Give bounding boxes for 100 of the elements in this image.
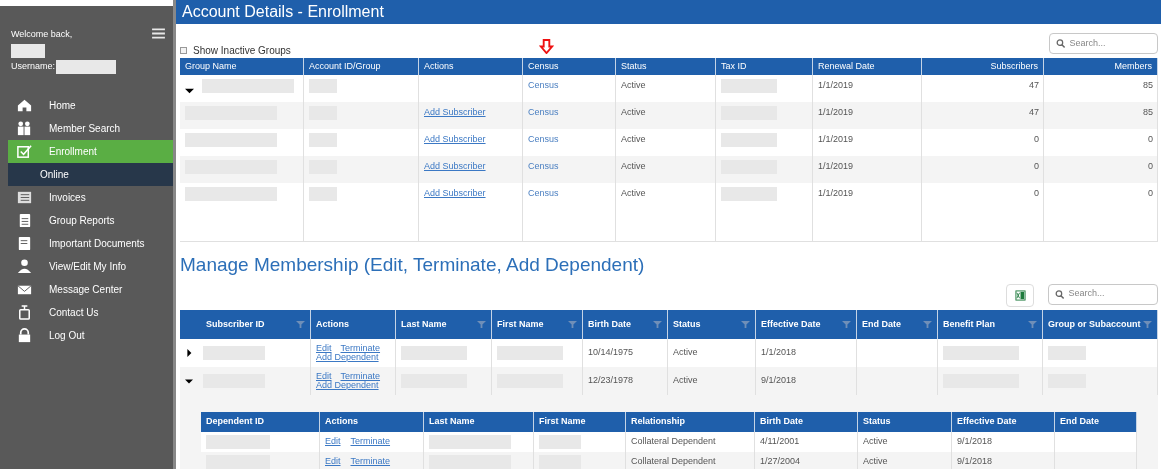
table-cell-text: Active xyxy=(673,373,698,387)
search-icon xyxy=(1055,288,1065,300)
table-cell-text: Active xyxy=(621,133,646,146)
column-header: Last Name xyxy=(396,309,492,339)
census-link[interactable]: Census xyxy=(528,106,559,120)
down-arrow-icon xyxy=(539,39,554,54)
action-link[interactable]: Edit xyxy=(325,454,341,469)
redacted-block xyxy=(56,59,116,74)
action-link[interactable]: Add Subscriber xyxy=(424,106,486,120)
search-field[interactable]: Search... xyxy=(1048,283,1158,305)
action-link[interactable]: Add Subscriber xyxy=(424,187,486,201)
nav-item[interactable]: Important Documents xyxy=(8,231,173,255)
table-cell-text: 47 xyxy=(1029,79,1039,92)
action-link[interactable]: Add Dependent xyxy=(316,352,379,362)
search-icon xyxy=(1056,38,1066,49)
table-cell-text: Active xyxy=(621,106,646,119)
nav-item[interactable]: Invoices xyxy=(8,185,173,209)
search-field[interactable]: Search... xyxy=(1049,33,1158,54)
filter-icon[interactable] xyxy=(653,319,662,329)
action-link[interactable]: Edit xyxy=(316,371,332,381)
table-cell-text: 1/1/2019 xyxy=(818,79,854,92)
column-header: Effective Date xyxy=(952,411,1055,432)
filter-icon[interactable] xyxy=(296,319,305,329)
column-header: Last Name xyxy=(424,411,534,432)
nav-subitem[interactable]: Online xyxy=(8,162,173,186)
username-label: Username: xyxy=(11,59,55,73)
action-link[interactable]: Terminate xyxy=(350,434,391,449)
column-header: First Name xyxy=(492,309,583,339)
document-icon xyxy=(16,234,33,252)
column-header: First Name xyxy=(534,411,626,432)
table-cell-text: 0 xyxy=(1034,187,1039,200)
table-cell-text: 0 xyxy=(1148,187,1153,200)
people-icon xyxy=(16,119,33,137)
column-header: Effective Date xyxy=(756,309,857,339)
padlock-icon xyxy=(16,326,33,344)
table-cell-text: 85 xyxy=(1143,79,1153,92)
nav-item[interactable]: Member Search xyxy=(8,116,173,140)
collapse-caret-icon[interactable] xyxy=(185,376,193,385)
collapse-caret-icon[interactable] xyxy=(185,86,194,95)
menu-icon[interactable] xyxy=(152,28,165,39)
table-cell-text: 9/1/2018 xyxy=(957,434,993,448)
column-header: End Date xyxy=(857,309,938,339)
checkbox[interactable] xyxy=(180,47,187,54)
table-cell-text: Active xyxy=(621,160,646,173)
action-link[interactable]: Terminate xyxy=(340,371,381,381)
column-header: Benefit Plan xyxy=(938,309,1043,339)
census-link[interactable]: Census xyxy=(528,160,559,174)
table-cell-text: Collateral Dependent xyxy=(631,454,716,468)
redacted-block xyxy=(11,43,45,58)
action-link[interactable]: Terminate xyxy=(350,454,391,469)
table-cell-text: 4/11/2001 xyxy=(760,434,800,448)
table-cell-text: 1/1/2019 xyxy=(818,106,854,119)
table-cell-text: 0 xyxy=(1034,160,1039,173)
census-link[interactable]: Census xyxy=(528,133,559,147)
column-header: Subscriber ID xyxy=(180,309,311,339)
search-input[interactable]: Search... xyxy=(1068,287,1151,301)
filter-icon[interactable] xyxy=(1028,319,1037,329)
table-cell-text: Active xyxy=(863,434,888,448)
filter-icon[interactable] xyxy=(923,319,932,329)
filter-icon[interactable] xyxy=(477,319,486,329)
spreadsheet-icon xyxy=(1014,289,1026,301)
nav-item[interactable]: View/Edit My Info xyxy=(8,254,173,278)
table-cell-text: Active xyxy=(621,187,646,200)
table-cell-text: 0 xyxy=(1148,160,1153,173)
nav-item[interactable]: Message Center xyxy=(8,277,173,301)
table-cell-text: 1/1/2019 xyxy=(818,187,854,200)
table-cell-text: Active xyxy=(863,454,888,468)
census-link[interactable]: Census xyxy=(528,187,559,201)
checkbox-label: Show Inactive Groups xyxy=(193,44,291,58)
column-header: Status xyxy=(668,309,756,339)
filter-icon[interactable] xyxy=(842,319,851,329)
column-header: Actions xyxy=(311,309,396,339)
nav-item[interactable]: Group Reports xyxy=(8,208,173,232)
nav-item[interactable]: Log Out xyxy=(8,323,173,347)
column-header: Relationship xyxy=(626,411,755,432)
table-cell-text: Active xyxy=(621,79,646,92)
table-cell-text: 9/1/2018 xyxy=(957,454,993,468)
census-link[interactable]: Census xyxy=(528,79,559,93)
search-input[interactable]: Search... xyxy=(1069,36,1151,51)
nav-item[interactable]: Home xyxy=(8,93,173,117)
table-cell-text: 10/14/1975 xyxy=(588,345,634,359)
filter-icon[interactable] xyxy=(1143,319,1152,329)
action-link[interactable]: Add Dependent xyxy=(316,380,379,390)
table-cell-text: 1/1/2019 xyxy=(818,160,854,173)
column-header: Dependent ID xyxy=(201,411,320,432)
welcome-text: Welcome back, xyxy=(11,28,74,41)
action-link[interactable]: Edit xyxy=(316,343,332,353)
nav-item[interactable]: Enrollment xyxy=(8,139,173,163)
nav-item[interactable]: Contact Us xyxy=(8,300,173,324)
action-link[interactable]: Terminate xyxy=(340,343,381,353)
filter-icon[interactable] xyxy=(568,319,577,329)
expand-caret-icon[interactable] xyxy=(185,348,193,357)
person-icon xyxy=(16,257,33,275)
excel-export-button[interactable] xyxy=(1006,283,1034,307)
filter-icon[interactable] xyxy=(741,319,750,329)
action-link[interactable]: Add Subscriber xyxy=(424,160,486,174)
table-cell-text: 12/23/1978 xyxy=(588,373,634,387)
action-link[interactable]: Add Subscriber xyxy=(424,133,486,147)
action-link[interactable]: Edit xyxy=(325,434,341,449)
column-header: Actions xyxy=(320,411,424,432)
